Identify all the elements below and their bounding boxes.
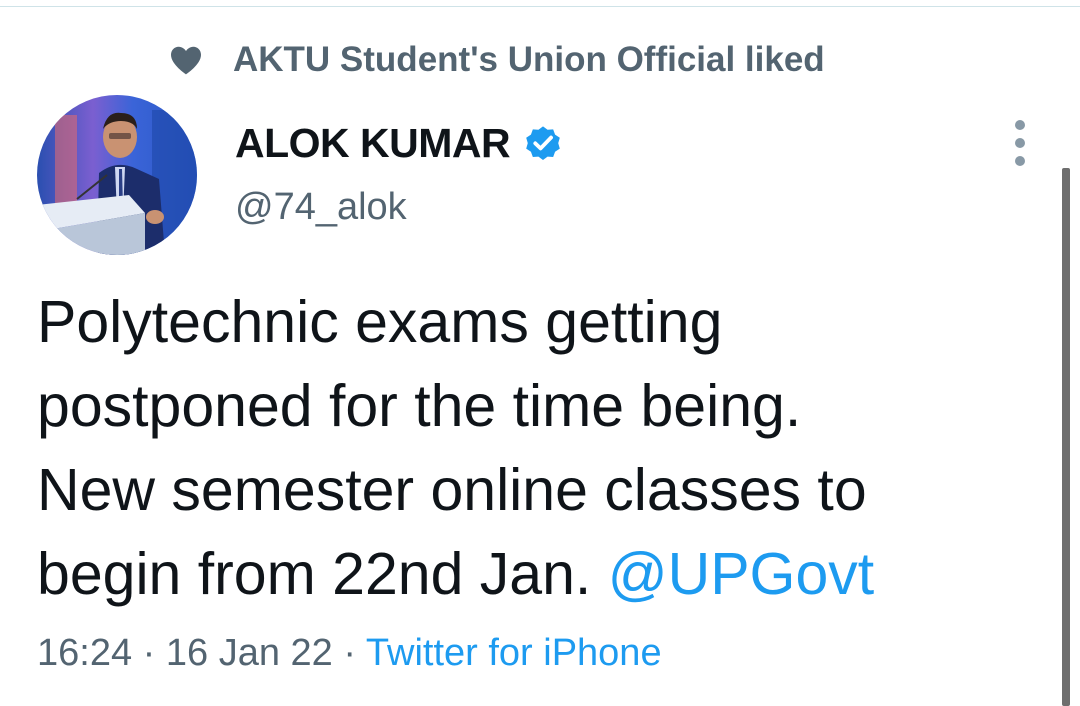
author-name-row[interactable]: ALOK KUMAR: [235, 118, 564, 168]
tweet-text-line: begin from 22nd Jan.: [37, 541, 608, 607]
tweet-text-line: New semester online classes to: [37, 457, 867, 523]
verified-badge-icon: [522, 122, 564, 164]
tweet-time[interactable]: 16:24: [37, 632, 132, 674]
scrollbar[interactable]: [1062, 168, 1070, 706]
social-context-text: AKTU Student's Union Official liked: [233, 40, 825, 79]
avatar[interactable]: [37, 95, 197, 255]
tweet-text-line: Polytechnic exams getting: [37, 289, 723, 355]
more-options-button[interactable]: [1008, 120, 1032, 166]
author-name[interactable]: ALOK KUMAR: [235, 120, 511, 167]
social-context[interactable]: AKTU Student's Union Official liked: [168, 38, 825, 82]
heart-icon: [168, 42, 204, 78]
tweet-text-line-last: begin from 22nd Jan. @UPGovt: [37, 532, 1047, 616]
tweet-source-link[interactable]: Twitter for iPhone: [366, 632, 662, 674]
mention-link[interactable]: @UPGovt: [608, 541, 874, 607]
more-dot-icon: [1015, 138, 1025, 148]
meta-separator: ·: [132, 632, 166, 674]
tweet-date[interactable]: 16 Jan 22: [166, 632, 333, 674]
tweet-text-line: postponed for the time being.: [37, 373, 802, 439]
meta-separator: ·: [332, 632, 366, 674]
author-handle[interactable]: @74_alok: [235, 186, 407, 229]
more-dot-icon: [1015, 120, 1025, 130]
more-dot-icon: [1015, 156, 1025, 166]
tweet-detail-view: AKTU Student's Union Official liked ALOK…: [0, 0, 1080, 706]
tweet-text: Polytechnic exams getting postponed for …: [37, 280, 1047, 616]
top-divider: [0, 6, 1080, 7]
tweet-meta: 16:24 · 16 Jan 22 · Twitter for iPhone: [37, 632, 662, 675]
